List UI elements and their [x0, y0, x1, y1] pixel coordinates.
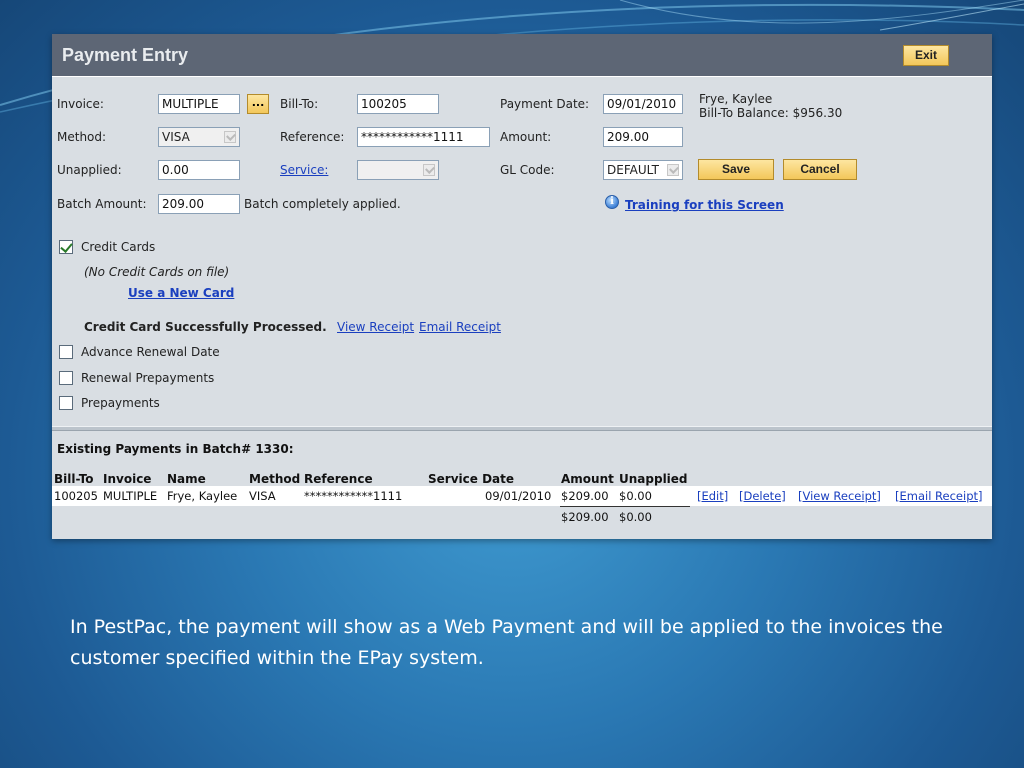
service-select[interactable]	[357, 160, 439, 180]
view-receipt-link[interactable]: View Receipt	[337, 320, 414, 334]
advance-renewal-label: Advance Renewal Date	[81, 345, 220, 359]
payment-form: Invoice: MULTIPLE ... Bill-To: 100205 Pa…	[52, 76, 992, 426]
reference-field[interactable]: ************1111	[357, 127, 490, 147]
training-link[interactable]: Training for this Screen	[625, 198, 784, 212]
amount-label: Amount:	[500, 130, 552, 144]
cell-billto: 100205	[54, 489, 98, 503]
email-receipt-link[interactable]: Email Receipt	[419, 320, 501, 334]
method-value: VISA	[162, 130, 190, 144]
batch-header: Existing Payments in Batch# 1330:	[57, 442, 294, 456]
glcode-label: GL Code:	[500, 163, 555, 177]
reference-label: Reference:	[280, 130, 345, 144]
invoice-label: Invoice:	[57, 97, 104, 111]
cell-invoice: MULTIPLE	[103, 489, 158, 503]
col-method: Method	[249, 472, 301, 486]
invoice-field[interactable]: MULTIPLE	[158, 94, 240, 114]
billto-label: Bill-To:	[280, 97, 319, 111]
title-bar: Payment Entry Exit	[52, 34, 992, 76]
view-receipt-row-link[interactable]: [View Receipt]	[798, 489, 881, 503]
slide-caption: In PestPac, the payment will show as a W…	[70, 616, 943, 669]
total-amount: $209.00	[561, 510, 609, 524]
unapplied-label: Unapplied:	[57, 163, 122, 177]
col-unapplied: Unapplied	[619, 472, 688, 486]
billto-field[interactable]: 100205	[357, 94, 439, 114]
total-underline	[560, 506, 690, 507]
col-service-date: Service Date	[428, 472, 514, 486]
dropdown-icon	[224, 131, 236, 143]
cell-method: VISA	[249, 489, 276, 503]
total-unapplied: $0.00	[619, 510, 652, 524]
billto-balance: Bill-To Balance: $956.30	[699, 106, 843, 120]
method-select[interactable]: VISA	[158, 127, 240, 147]
renewal-prepayments-checkbox[interactable]	[59, 371, 73, 385]
section-divider	[52, 426, 992, 431]
batch-amount-label: Batch Amount:	[57, 197, 147, 211]
exit-button[interactable]: Exit	[903, 45, 949, 66]
processed-text: Credit Card Successfully Processed.	[84, 320, 327, 334]
col-reference: Reference	[304, 472, 373, 486]
credit-cards-checkbox[interactable]	[59, 240, 73, 254]
payment-date-field[interactable]: 09/01/2010	[603, 94, 683, 114]
dropdown-icon	[423, 164, 435, 176]
batch-payments-section: Existing Payments in Batch# 1330: Bill-T…	[52, 432, 992, 539]
col-invoice: Invoice	[103, 472, 152, 486]
email-receipt-row-link[interactable]: [Email Receipt]	[895, 489, 983, 503]
renewal-prepayments-label: Renewal Prepayments	[81, 371, 215, 385]
info-icon: i	[605, 195, 619, 209]
dropdown-icon	[667, 164, 679, 176]
payment-date-label: Payment Date:	[500, 97, 590, 111]
prepayments-checkbox[interactable]	[59, 396, 73, 410]
glcode-select[interactable]: DEFAULT	[603, 160, 683, 180]
glcode-value: DEFAULT	[607, 163, 659, 177]
advance-renewal-checkbox[interactable]	[59, 345, 73, 359]
window-title: Payment Entry	[62, 45, 189, 65]
col-name: Name	[167, 472, 206, 486]
method-label: Method:	[57, 130, 107, 144]
use-new-card-link[interactable]: Use a New Card	[128, 286, 234, 300]
payment-entry-window: Payment Entry Exit Invoice: MULTIPLE ...…	[52, 34, 992, 539]
customer-name: Frye, Kaylee	[699, 92, 773, 106]
col-billto: Bill-To	[54, 472, 94, 486]
col-amount: Amount	[561, 472, 614, 486]
invoice-lookup-button[interactable]: ...	[247, 94, 269, 114]
cell-reference: ************1111	[304, 489, 403, 503]
cancel-button[interactable]: Cancel	[783, 159, 857, 180]
service-link[interactable]: Service:	[280, 163, 328, 177]
no-cards-text: (No Credit Cards on file)	[84, 265, 230, 279]
batch-status-text: Batch completely applied.	[244, 197, 401, 211]
prepayments-label: Prepayments	[81, 396, 160, 410]
unapplied-field[interactable]: 0.00	[158, 160, 240, 180]
save-button[interactable]: Save	[698, 159, 774, 180]
cell-service-date: 09/01/2010	[485, 489, 552, 503]
cell-name: Frye, Kaylee	[167, 489, 238, 503]
credit-cards-label: Credit Cards	[81, 240, 156, 254]
cell-unapplied: $0.00	[619, 489, 652, 503]
amount-field[interactable]: 209.00	[603, 127, 683, 147]
batch-amount-field[interactable]: 209.00	[158, 194, 240, 214]
cell-amount: $209.00	[561, 489, 609, 503]
delete-link[interactable]: [Delete]	[739, 489, 786, 503]
edit-link[interactable]: [Edit]	[697, 489, 728, 503]
